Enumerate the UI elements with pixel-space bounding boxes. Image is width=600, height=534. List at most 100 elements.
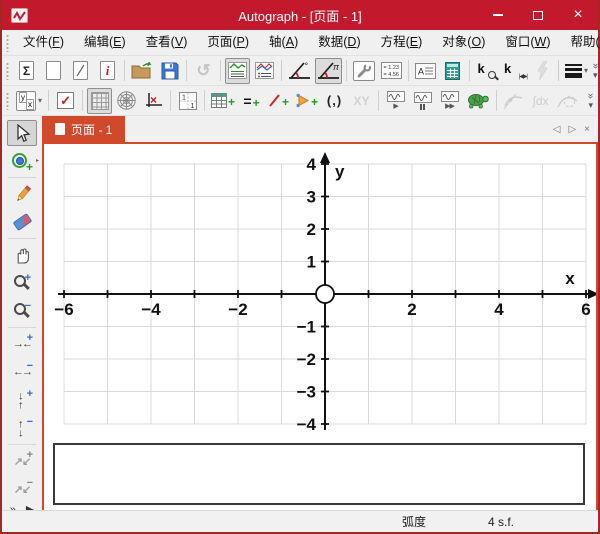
- grid-toggle-button[interactable]: [87, 88, 112, 114]
- line-thickness-button[interactable]: ▾: [563, 58, 590, 84]
- zoom-in-xy-tool-button: +↗↙: [7, 448, 37, 474]
- slow-plot-button[interactable]: [464, 88, 492, 114]
- add-equation-icon: =+: [243, 93, 259, 109]
- graph-page[interactable]: −6−4−22464321−1−2−3−4xy: [42, 142, 598, 510]
- toolbar-separator: [469, 60, 470, 81]
- next-tab-button[interactable]: ▷: [568, 124, 576, 135]
- zoom-out-x-tool-button[interactable]: −←→: [7, 359, 37, 385]
- add-point-tool-icon: +▸: [11, 151, 33, 171]
- menu-items: 文件(F)编辑(E)查看(V)页面(P)轴(A)数据(D)方程(E)对象(O)窗…: [13, 30, 600, 55]
- standard-level-button[interactable]: [225, 58, 250, 84]
- toolbar-separator: [8, 238, 36, 239]
- zoom-in-tool-button[interactable]: +: [7, 270, 37, 296]
- add-vector-icon: +: [295, 93, 318, 108]
- add-point-tool-button[interactable]: +▸: [7, 148, 37, 174]
- menu-item-help[interactable]: 帮助(H): [561, 30, 600, 55]
- page-tab-bar: 页面 - 1 ◁ ▷ ×: [42, 116, 598, 142]
- advanced-level-button[interactable]: [252, 58, 277, 84]
- prev-tab-button[interactable]: ◁: [553, 124, 561, 135]
- new-extras-page-button[interactable]: [68, 58, 93, 84]
- constant-controller-icon: k: [477, 61, 497, 81]
- about-autograph-button[interactable]: i: [95, 58, 120, 84]
- menu-item-page[interactable]: 页面(P): [197, 30, 259, 55]
- menu-item-object[interactable]: 对象(O): [432, 30, 495, 55]
- svg-text:= 4.56: = 4.56: [384, 72, 399, 78]
- menu-item-edit[interactable]: 编辑(E): [74, 30, 136, 55]
- page-tab[interactable]: 页面 - 1: [42, 116, 125, 142]
- default-scales-icon: ✓: [57, 92, 74, 109]
- autograph-resources-button: [529, 58, 554, 84]
- zoom-in-y-tool-icon: +→←: [11, 390, 33, 410]
- undo-button: ↺: [191, 58, 216, 84]
- calculator-button[interactable]: [440, 58, 465, 84]
- add-table-button[interactable]: +: [209, 88, 237, 114]
- svg-text:x: x: [565, 269, 575, 288]
- results-box-button[interactable]: = 1.23= 4.56: [379, 58, 404, 84]
- zoom-in-x-tool-button[interactable]: +→←: [7, 331, 37, 357]
- graph-canvas[interactable]: −6−4−22464321−1−2−3−4xy: [44, 144, 596, 444]
- hide-axes-button[interactable]: ×: [141, 88, 166, 114]
- add-line-button[interactable]: +: [266, 88, 291, 114]
- toolbar-separator: [204, 90, 205, 111]
- polar-grid-button[interactable]: [114, 88, 139, 114]
- eraser-tool-button[interactable]: [7, 209, 37, 235]
- slow-plot-icon: [466, 92, 490, 109]
- replay-plot-icon: ▶: [387, 91, 405, 110]
- toolbar-separator: [186, 60, 187, 81]
- equal-aspect-button[interactable]: 11: [175, 88, 200, 114]
- toolbar2-grip[interactable]: [5, 92, 10, 110]
- open-file-button[interactable]: [129, 58, 155, 84]
- menu-bar: 文件(F)编辑(E)查看(V)页面(P)轴(A)数据(D)方程(E)对象(O)窗…: [2, 30, 598, 56]
- zoom-in-xy-tool-icon: +↗↙: [11, 451, 33, 471]
- new-graph-page-button[interactable]: [41, 58, 66, 84]
- toolbar1-grip[interactable]: [5, 62, 10, 80]
- toolbar1-overflow-button[interactable]: » ▾: [591, 60, 600, 81]
- add-coordinates-icon: (,): [327, 93, 342, 108]
- toolbar-separator: [558, 60, 559, 81]
- pause-plot-button[interactable]: [410, 88, 435, 114]
- drag-tool-button[interactable]: [7, 242, 37, 268]
- scribble-tool-button[interactable]: [7, 181, 37, 207]
- select-tool-button[interactable]: [7, 120, 37, 146]
- close-tab-button[interactable]: ×: [584, 124, 590, 135]
- menu-item-axes[interactable]: 轴(A): [259, 30, 308, 55]
- zoom-out-tool-button[interactable]: −: [7, 298, 37, 324]
- animation-controller-button[interactable]: k|◀▶|: [501, 58, 527, 84]
- toolbar-separator: [496, 90, 497, 111]
- maximize-button[interactable]: [518, 0, 558, 30]
- close-button[interactable]: ×: [558, 0, 598, 30]
- text-box-button[interactable]: A: [413, 58, 438, 84]
- radians-mode-button[interactable]: π: [315, 58, 342, 84]
- menu-item-view[interactable]: 查看(V): [136, 30, 198, 55]
- menu-item-window[interactable]: 窗口(W): [495, 30, 560, 55]
- default-scales-button[interactable]: ✓: [53, 88, 78, 114]
- zoom-out-y-tool-button[interactable]: −←→: [7, 415, 37, 441]
- menu-item-file[interactable]: 文件(F): [13, 30, 74, 55]
- axes-ranges-button[interactable]: yx▾: [14, 88, 44, 114]
- toolbar-separator: [220, 60, 221, 81]
- add-coordinates-button[interactable]: (,): [322, 88, 347, 114]
- menu-item-data[interactable]: 数据(D): [308, 30, 370, 55]
- toolbar-separator: [378, 90, 379, 111]
- gradient-function-button: [501, 88, 526, 114]
- axes-settings-button[interactable]: [351, 58, 377, 84]
- save-file-button[interactable]: [157, 58, 182, 84]
- minimize-button[interactable]: [478, 0, 518, 30]
- axes-settings-icon: [353, 61, 375, 81]
- zoom-in-y-tool-button[interactable]: +→←: [7, 387, 37, 413]
- zoom-out-y-tool-icon: −←→: [11, 418, 33, 438]
- degrees-mode-button[interactable]: °: [286, 58, 313, 84]
- replay-plot-button[interactable]: ▶: [383, 88, 408, 114]
- toolbar2-overflow-button[interactable]: » ▾: [586, 90, 595, 111]
- overflow-chevron-icon: »: [585, 93, 596, 98]
- menubar-grip[interactable]: [5, 34, 10, 52]
- menu-item-equation[interactable]: 方程(E): [371, 30, 433, 55]
- new-stats-page-button[interactable]: Σ: [14, 58, 39, 84]
- add-equation-button[interactable]: =+: [239, 88, 264, 114]
- fast-plot-icon: ▶▶: [441, 91, 459, 110]
- fast-plot-button[interactable]: ▶▶: [437, 88, 462, 114]
- add-vector-button[interactable]: +: [293, 88, 320, 114]
- constant-controller-button[interactable]: k: [474, 58, 499, 84]
- toolbar-separator: [408, 60, 409, 81]
- overflow-chevron-icon: »: [590, 63, 600, 68]
